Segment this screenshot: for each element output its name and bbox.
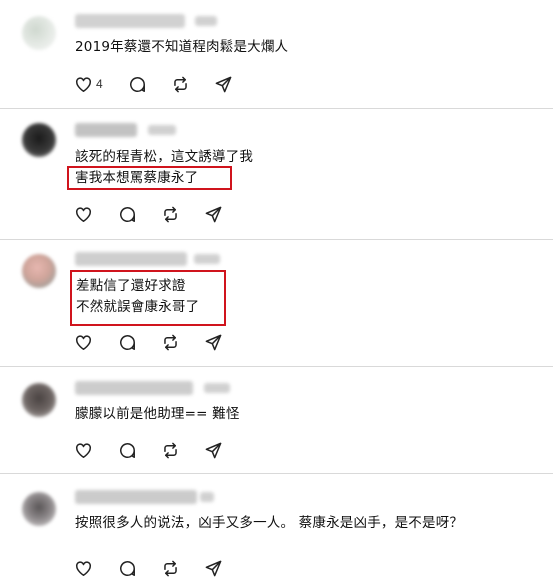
- repost-icon: [164, 206, 177, 222]
- reply-post-2: 該死的程青松，這文誘導了我 害我本想罵蔡康永了: [0, 109, 553, 239]
- avatar[interactable]: [22, 123, 56, 157]
- reply-post-5: 按照很多人的说法，凶手又多一人。 蔡康永是凶手，是不是呀？: [0, 474, 553, 578]
- like-button[interactable]: [74, 332, 93, 352]
- reply-text-line: 該死的程青松，這文誘導了我: [75, 149, 254, 165]
- comment-button[interactable]: [118, 558, 137, 578]
- red-highlight-box: [67, 166, 232, 190]
- heart-icon: [76, 560, 91, 576]
- repost-icon: [164, 334, 177, 350]
- repost-icon: [164, 560, 177, 576]
- repost-button[interactable]: [161, 332, 180, 352]
- username-blurred[interactable]: [75, 381, 193, 395]
- timestamp-blurred: [148, 125, 176, 135]
- share-button[interactable]: [214, 74, 233, 94]
- timestamp-blurred: [195, 16, 217, 26]
- heart-icon: [76, 334, 91, 350]
- comment-icon: [120, 206, 135, 222]
- comment-button[interactable]: [118, 204, 137, 224]
- share-icon: [215, 76, 232, 92]
- repost-button[interactable]: [161, 558, 180, 578]
- username-blurred[interactable]: [75, 123, 137, 137]
- username-blurred[interactable]: [75, 14, 185, 28]
- comment-icon: [120, 560, 135, 576]
- action-bar: [74, 558, 274, 578]
- heart-icon: [76, 442, 91, 458]
- avatar[interactable]: [22, 254, 56, 288]
- timestamp-blurred: [194, 254, 220, 264]
- repost-icon: [164, 442, 177, 458]
- reply-post-1: 2019年蔡還不知道程肉鬆是大爛人 4: [0, 0, 553, 108]
- reply-post-4: 朦朦以前是他助理== 難怪: [0, 367, 553, 473]
- action-bar: [74, 204, 274, 224]
- reply-text-line: 朦朦以前是他助理== 難怪: [75, 406, 240, 422]
- heart-icon: [76, 76, 91, 92]
- repost-button[interactable]: [161, 204, 180, 224]
- share-icon: [205, 334, 222, 350]
- share-button[interactable]: [204, 440, 223, 460]
- like-count: 4: [96, 77, 103, 91]
- share-button[interactable]: [204, 204, 223, 224]
- username-blurred[interactable]: [75, 490, 197, 504]
- heart-icon: [76, 206, 91, 222]
- action-bar: [74, 332, 274, 352]
- action-bar: 4: [74, 74, 274, 94]
- reply-post-3: 差點信了還好求證 不然就誤會康永哥了: [0, 240, 553, 366]
- timestamp-blurred: [200, 492, 214, 502]
- action-bar: [74, 440, 274, 460]
- comment-button[interactable]: [118, 440, 137, 460]
- repost-button[interactable]: [171, 74, 190, 94]
- reply-text-line: 按照很多人的说法，凶手又多一人。 蔡康永是凶手，是不是呀？: [75, 515, 464, 531]
- avatar[interactable]: [22, 492, 56, 526]
- share-icon: [205, 560, 222, 576]
- avatar[interactable]: [22, 16, 56, 50]
- comment-button[interactable]: [118, 332, 137, 352]
- comment-icon: [120, 334, 135, 350]
- share-button[interactable]: [204, 332, 223, 352]
- share-icon: [205, 442, 222, 458]
- repost-button[interactable]: [161, 440, 180, 460]
- repost-icon: [174, 76, 187, 92]
- comment-button[interactable]: [128, 74, 147, 94]
- avatar[interactable]: [22, 383, 56, 417]
- red-highlight-box: [70, 270, 226, 326]
- like-button[interactable]: [74, 440, 93, 460]
- timestamp-blurred: [204, 383, 230, 393]
- username-blurred[interactable]: [75, 252, 187, 266]
- comment-icon: [130, 76, 145, 92]
- comment-icon: [120, 442, 135, 458]
- like-button[interactable]: [74, 204, 93, 224]
- share-icon: [205, 206, 222, 222]
- like-button[interactable]: [74, 558, 93, 578]
- reply-text-line: 2019年蔡還不知道程肉鬆是大爛人: [75, 39, 289, 55]
- share-button[interactable]: [204, 558, 223, 578]
- like-button[interactable]: 4: [74, 74, 103, 94]
